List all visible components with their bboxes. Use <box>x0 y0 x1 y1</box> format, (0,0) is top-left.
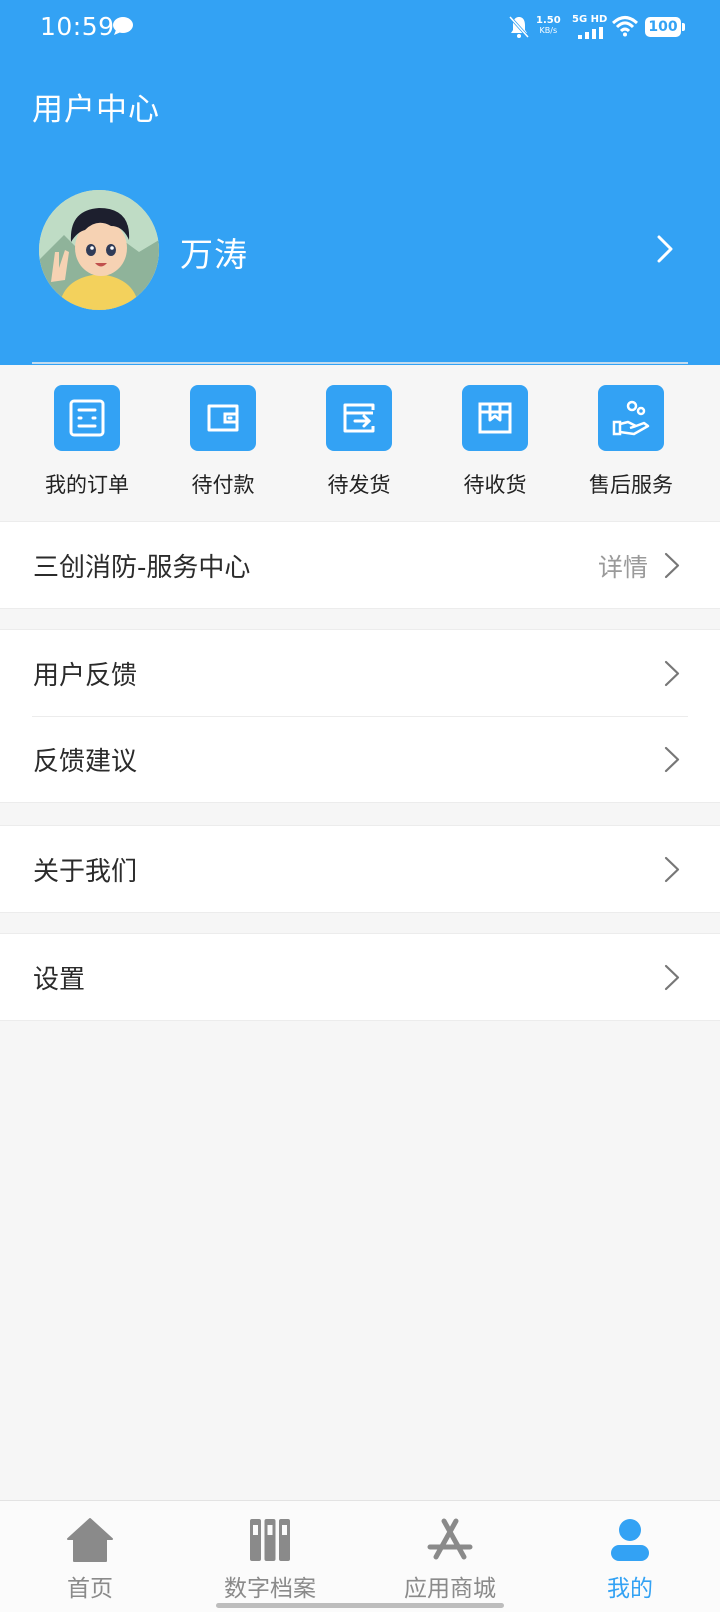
net-speed: 1.50 KB/s <box>536 16 561 36</box>
chevron-right-icon <box>664 964 680 991</box>
nav-item-digital-archive[interactable]: 数字档案 <box>180 1501 360 1612</box>
ship-out-icon <box>326 385 392 451</box>
order-shortcuts: 我的订单 待付款 待发货 待收货 售后服务 <box>0 365 720 521</box>
order-item-pending-receipt[interactable]: 待收货 <box>427 385 563 505</box>
chat-bubble-icon <box>113 17 133 35</box>
order-item-pending-shipment[interactable]: 待发货 <box>291 385 427 505</box>
order-label: 我的订单 <box>45 473 129 497</box>
home-indicator[interactable] <box>216 1603 504 1608</box>
order-label: 售后服务 <box>589 473 673 497</box>
details-link[interactable]: 详情 <box>598 548 648 584</box>
nav-item-mine[interactable]: 我的 <box>540 1501 720 1612</box>
about-group: 关于我们 <box>0 825 720 913</box>
wifi-icon <box>612 16 638 37</box>
feedback-group: 用户反馈 反馈建议 <box>0 629 720 803</box>
home-icon <box>67 1518 113 1562</box>
profile-row[interactable]: 万涛 <box>0 188 720 310</box>
app-store-icon <box>427 1518 473 1560</box>
nav-label: 数字档案 <box>224 1576 316 1602</box>
avatar[interactable] <box>39 190 159 310</box>
user-feedback-row[interactable]: 用户反馈 <box>0 630 720 716</box>
wallet-icon <box>190 385 256 451</box>
chevron-right-icon <box>664 856 680 883</box>
chevron-right-icon[interactable] <box>656 234 674 264</box>
signal-label: 5G HD <box>572 14 608 25</box>
order-label: 待付款 <box>191 473 255 497</box>
order-label: 待发货 <box>327 473 391 497</box>
header-divider <box>32 362 688 364</box>
order-item-my-orders[interactable]: 我的订单 <box>19 385 155 505</box>
net-speed-value: 1.50 <box>536 15 561 26</box>
status-bar: 10:59 1.50 KB/s 5G HD 100 <box>0 0 720 56</box>
after-sales-icon <box>598 385 664 451</box>
order-list-icon <box>54 385 120 451</box>
settings-row[interactable]: 设置 <box>0 934 720 1020</box>
nav-label: 我的 <box>607 1576 653 1602</box>
row-label: 三创消防-服务中心 <box>33 553 251 583</box>
chevron-right-icon <box>664 660 680 687</box>
page-title: 用户中心 <box>32 92 160 128</box>
nav-label: 首页 <box>67 1576 113 1602</box>
package-icon <box>462 385 528 451</box>
order-item-pending-payment[interactable]: 待付款 <box>155 385 291 505</box>
cellular-signal-icon <box>578 27 603 39</box>
nav-item-home[interactable]: 首页 <box>0 1501 180 1612</box>
archive-icon <box>250 1519 290 1561</box>
nav-label: 应用商城 <box>404 1576 496 1602</box>
battery-indicator: 100 <box>645 17 685 37</box>
row-label: 关于我们 <box>33 857 138 887</box>
service-center-group: 三创消防-服务中心 详情 <box>0 521 720 609</box>
bottom-nav: 首页 数字档案 应用商城 我的 <box>0 1500 720 1612</box>
service-center-row[interactable]: 三创消防-服务中心 详情 <box>0 522 720 608</box>
avatar-illustration <box>39 190 159 310</box>
row-label: 设置 <box>33 965 86 995</box>
row-label: 反馈建议 <box>33 747 138 777</box>
about-us-row[interactable]: 关于我们 <box>0 826 720 912</box>
net-speed-unit: KB/s <box>539 26 558 35</box>
user-name: 万涛 <box>180 235 248 274</box>
nav-item-app-store[interactable]: 应用商城 <box>360 1501 540 1612</box>
settings-group: 设置 <box>0 933 720 1021</box>
feedback-suggestion-row[interactable]: 反馈建议 <box>0 716 720 802</box>
order-item-after-sales[interactable]: 售后服务 <box>563 385 699 505</box>
header: 10:59 1.50 KB/s 5G HD 100 用户中心 万涛 <box>0 0 720 365</box>
bell-off-icon <box>508 15 530 39</box>
chevron-right-icon <box>664 552 680 579</box>
user-icon <box>611 1519 649 1561</box>
status-time: 10:59 <box>40 12 115 41</box>
chevron-right-icon <box>664 746 680 773</box>
row-label: 用户反馈 <box>33 661 138 691</box>
order-label: 待收货 <box>463 473 527 497</box>
